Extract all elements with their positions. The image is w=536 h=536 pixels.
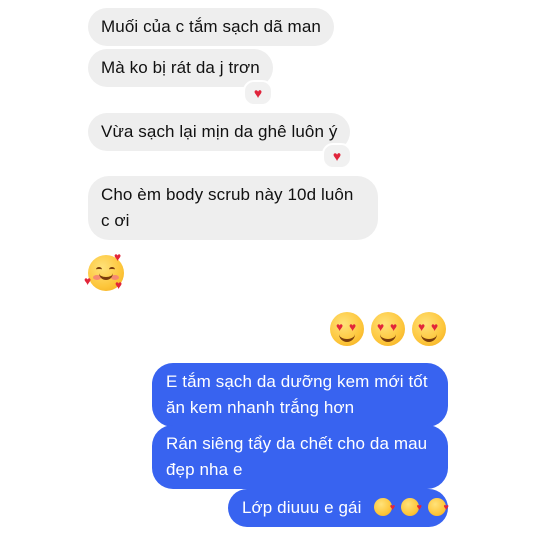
face-blowing-kiss-icon [401, 494, 422, 520]
heart-reaction-icon[interactable]: ♥ [243, 80, 273, 106]
heart-eyes-icon[interactable]: ♥ ♥ [371, 312, 405, 346]
message-incoming-4[interactable]: Cho èm body scrub này 10d luôn c ơi [88, 176, 378, 240]
heart-eyes-icon[interactable]: ♥ ♥ [330, 312, 364, 346]
message-incoming-1[interactable]: Muối của c tắm sạch dã man [88, 8, 334, 46]
smiling-face-with-hearts-icon[interactable]: ♥ ♥ ♥ [84, 251, 124, 291]
face-blowing-kiss-icon [427, 494, 449, 520]
heart-reaction-icon[interactable]: ♥ [322, 143, 352, 169]
heart-eyes-icon[interactable]: ♥ ♥ [412, 312, 446, 346]
message-incoming-3[interactable]: Vừa sạch lại mịn da ghê luôn ý [88, 113, 351, 151]
message-outgoing-1[interactable]: E tắm sạch da dưỡng kem mới tốt ăn kem n… [152, 363, 448, 427]
message-incoming-2[interactable]: Mà ko bị rát da j trơn [88, 49, 273, 87]
message-outgoing-3-text: Lớp diuuu e gái [242, 498, 362, 517]
message-outgoing-2[interactable]: Rán siêng tẩy da chết cho da mau đẹp nha… [152, 425, 448, 489]
message-outgoing-3[interactable]: Lớp diuuu e gái [228, 489, 449, 527]
face-blowing-kiss-icon [374, 494, 395, 520]
